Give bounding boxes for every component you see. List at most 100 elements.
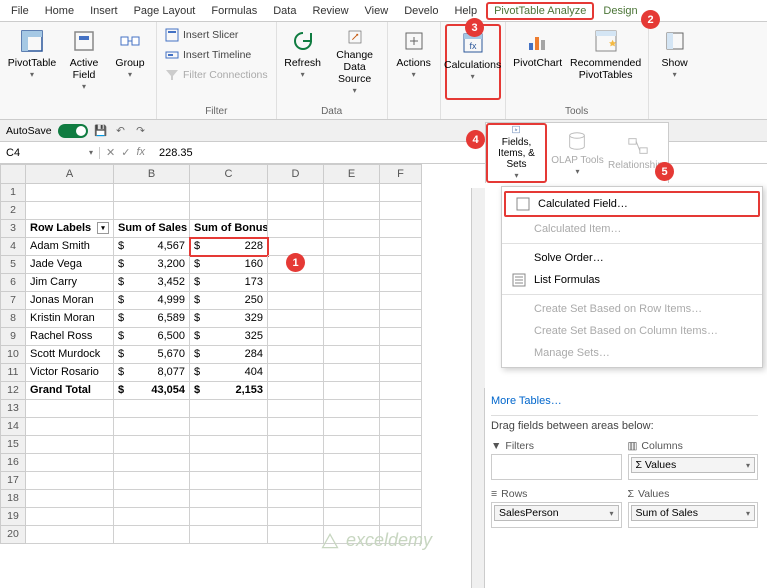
enter-icon[interactable]: ✓ bbox=[121, 146, 130, 159]
cell[interactable] bbox=[324, 382, 380, 400]
cell[interactable] bbox=[380, 256, 422, 274]
cell[interactable] bbox=[380, 274, 422, 292]
cell[interactable] bbox=[190, 202, 268, 220]
olap-tools-button[interactable]: OLAP Tools▾ bbox=[549, 123, 606, 183]
tab-insert[interactable]: Insert bbox=[83, 3, 125, 19]
cell[interactable] bbox=[190, 418, 268, 436]
cell[interactable] bbox=[26, 436, 114, 454]
cell[interactable] bbox=[324, 472, 380, 490]
row-header-12[interactable]: 12 bbox=[0, 382, 26, 400]
tab-help[interactable]: Help bbox=[447, 3, 484, 19]
recommended-pivot-button[interactable]: Recommended PivotTables bbox=[568, 24, 644, 100]
row-header-6[interactable]: 6 bbox=[0, 274, 26, 292]
row-header-20[interactable]: 20 bbox=[0, 526, 26, 544]
cell[interactable] bbox=[380, 364, 422, 382]
actions-button[interactable]: Actions▾ bbox=[392, 24, 436, 100]
cell[interactable] bbox=[380, 508, 422, 526]
cell[interactable] bbox=[268, 292, 324, 310]
cell[interactable] bbox=[380, 328, 422, 346]
rows-pill[interactable]: SalesPerson▾ bbox=[494, 505, 619, 521]
data-bonus-cell[interactable]: $250 bbox=[190, 292, 268, 310]
row-header-16[interactable]: 16 bbox=[0, 454, 26, 472]
col-header-A[interactable]: A bbox=[26, 164, 114, 184]
data-bonus-cell[interactable]: $325 bbox=[190, 328, 268, 346]
cell[interactable] bbox=[324, 220, 380, 238]
cell[interactable] bbox=[324, 274, 380, 292]
cell[interactable] bbox=[380, 490, 422, 508]
cell[interactable] bbox=[26, 472, 114, 490]
formula-value[interactable]: 228.35 bbox=[151, 147, 201, 159]
fx-icon[interactable]: fx bbox=[136, 146, 145, 159]
row-header-17[interactable]: 17 bbox=[0, 472, 26, 490]
insert-timeline-button[interactable]: Insert Timeline bbox=[161, 46, 272, 64]
cell[interactable] bbox=[324, 346, 380, 364]
cell[interactable] bbox=[268, 310, 324, 328]
cell[interactable] bbox=[380, 400, 422, 418]
cell[interactable] bbox=[324, 364, 380, 382]
tab-review[interactable]: Review bbox=[305, 3, 355, 19]
values-dropzone[interactable]: Sum of Sales▾ bbox=[628, 502, 759, 528]
grand-total-bonus[interactable]: $2,153 bbox=[190, 382, 268, 400]
cell[interactable] bbox=[190, 526, 268, 544]
data-bonus-cell[interactable]: $228 bbox=[190, 238, 268, 256]
select-all-corner[interactable] bbox=[0, 164, 26, 184]
cell[interactable] bbox=[26, 418, 114, 436]
row-header-2[interactable]: 2 bbox=[0, 202, 26, 220]
cell[interactable] bbox=[380, 382, 422, 400]
data-name-cell[interactable]: Victor Rosario bbox=[26, 364, 114, 382]
data-bonus-cell[interactable]: $329 bbox=[190, 310, 268, 328]
row-header-9[interactable]: 9 bbox=[0, 328, 26, 346]
cell[interactable] bbox=[190, 436, 268, 454]
show-button[interactable]: Show▾ bbox=[653, 24, 697, 100]
row-header-19[interactable]: 19 bbox=[0, 508, 26, 526]
cell[interactable] bbox=[268, 364, 324, 382]
cell[interactable] bbox=[190, 508, 268, 526]
cell[interactable] bbox=[268, 328, 324, 346]
fields-items-sets-button[interactable]: fx Fields, Items, & Sets▾ bbox=[486, 123, 547, 183]
cell[interactable] bbox=[190, 490, 268, 508]
cell[interactable] bbox=[268, 346, 324, 364]
data-bonus-cell[interactable]: $160 bbox=[190, 256, 268, 274]
row-header-18[interactable]: 18 bbox=[0, 490, 26, 508]
tab-file[interactable]: File bbox=[4, 3, 36, 19]
cell[interactable] bbox=[268, 418, 324, 436]
data-sales-cell[interactable]: $4,999 bbox=[114, 292, 190, 310]
cancel-icon[interactable]: ✕ bbox=[106, 146, 115, 159]
cell[interactable] bbox=[324, 256, 380, 274]
row-header-11[interactable]: 11 bbox=[0, 364, 26, 382]
data-name-cell[interactable]: Jade Vega bbox=[26, 256, 114, 274]
cell[interactable] bbox=[324, 418, 380, 436]
cell[interactable] bbox=[268, 184, 324, 202]
cell[interactable] bbox=[26, 400, 114, 418]
row-header-8[interactable]: 8 bbox=[0, 310, 26, 328]
calculated-field-item[interactable]: Calculated Field… bbox=[504, 191, 760, 217]
data-name-cell[interactable]: Adam Smith bbox=[26, 238, 114, 256]
cell[interactable] bbox=[324, 508, 380, 526]
cell[interactable] bbox=[114, 202, 190, 220]
redo-icon[interactable]: ↷ bbox=[134, 124, 148, 138]
cell[interactable] bbox=[268, 436, 324, 454]
cell[interactable] bbox=[380, 184, 422, 202]
change-data-source-button[interactable]: Change Data Source▾ bbox=[327, 24, 383, 100]
cell[interactable] bbox=[114, 454, 190, 472]
cell[interactable] bbox=[190, 184, 268, 202]
cell[interactable] bbox=[380, 310, 422, 328]
tab-developer[interactable]: Develo bbox=[397, 3, 445, 19]
sum-bonus-header[interactable]: Sum of Bonus bbox=[190, 220, 268, 238]
col-header-F[interactable]: F bbox=[380, 164, 422, 184]
columns-dropzone[interactable]: Σ Values▾ bbox=[628, 454, 759, 480]
cell[interactable] bbox=[324, 454, 380, 472]
row-labels-header[interactable]: Row Labels▾ bbox=[26, 220, 114, 238]
cell[interactable] bbox=[114, 184, 190, 202]
data-sales-cell[interactable]: $3,452 bbox=[114, 274, 190, 292]
cell[interactable] bbox=[26, 490, 114, 508]
cell[interactable] bbox=[114, 490, 190, 508]
cell[interactable] bbox=[268, 382, 324, 400]
data-sales-cell[interactable]: $4,567 bbox=[114, 238, 190, 256]
cell[interactable] bbox=[380, 472, 422, 490]
cell[interactable] bbox=[26, 508, 114, 526]
sum-sales-header[interactable]: Sum of Sales bbox=[114, 220, 190, 238]
cell[interactable] bbox=[26, 526, 114, 544]
col-header-E[interactable]: E bbox=[324, 164, 380, 184]
tab-data[interactable]: Data bbox=[266, 3, 303, 19]
